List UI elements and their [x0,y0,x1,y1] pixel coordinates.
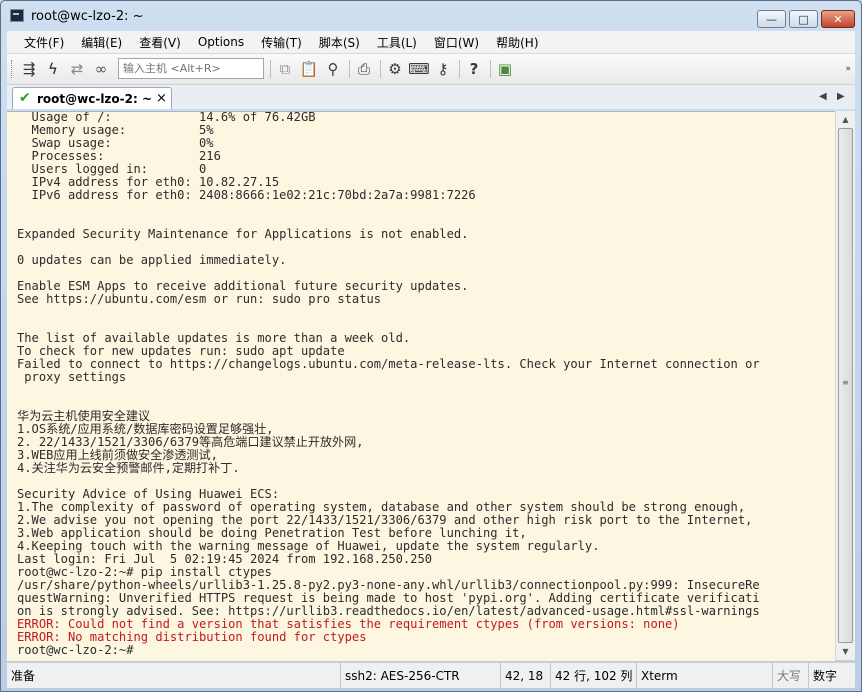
tab-scroll-right-icon[interactable]: ▶ [837,91,845,102]
toolbar-overflow-icon[interactable]: » [845,64,851,74]
menu-window[interactable]: 窗口(W) [434,34,479,51]
key-icon[interactable]: ⚷ [433,59,453,79]
settings-icon[interactable]: ⚙ [385,59,405,79]
menu-help[interactable]: 帮助(H) [496,34,538,51]
find-icon[interactable]: ⚲ [323,59,343,79]
toolbar-separator [459,60,460,78]
title-bar[interactable]: root@wc-lzo-2: ~ — □ ✕ [1,1,861,31]
close-button[interactable]: ✕ [821,10,855,28]
terminal-line: proxy settings [17,370,127,384]
menu-script[interactable]: 脚本(S) [319,34,360,51]
window-title: root@wc-lzo-2: ~ [31,9,144,24]
toolbar-grip[interactable] [11,60,15,78]
print-icon[interactable]: ⎙ [354,59,374,79]
tab-scroll-left-icon[interactable]: ◀ [819,91,827,102]
menu-edit[interactable]: 编辑(E) [81,34,122,51]
terminal-line: 4.关注华为云安全预警邮件,定期打补丁. [17,461,240,475]
vertical-scrollbar[interactable]: ▲ ≡ ▼ [835,111,855,660]
toolbar-separator [490,60,491,78]
scrollbar-thumb[interactable]: ≡ [838,128,853,643]
menu-view[interactable]: 查看(V) [139,34,181,51]
scroll-up-icon[interactable]: ▲ [836,111,855,128]
menu-transfer[interactable]: 传输(T) [261,34,302,51]
terminal-lines: Usage of /: 14.6% of 76.42GB Memory usag… [17,112,760,657]
toolbar-separator [380,60,381,78]
menu-file[interactable]: 文件(F) [24,34,64,51]
status-ready: 准备 [7,663,341,688]
session-tab-bar: ✔ root@wc-lzo-2: ~ × ◀ ▶ [7,85,855,109]
status-terminal-type: Xterm [637,663,773,688]
scrollbar-grip-icon: ≡ [842,378,849,387]
screen-icon[interactable]: ▣ [495,59,515,79]
host-input[interactable] [118,58,264,79]
terminal-line: IPv6 address for eth0: 2408:8666:1e02:21… [17,188,476,202]
status-bar: 准备 ssh2: AES-256-CTR 42, 18 42 行, 102 列 … [7,662,855,688]
terminal-app-icon [10,9,24,22]
connect-icon[interactable]: ⇶ [19,59,39,79]
paste-icon[interactable]: 📋 [299,59,319,79]
link-icon[interactable]: ∞ [91,59,111,79]
terminal-line: 0 updates can be applied immediately. [17,253,287,267]
session-tab-label: root@wc-lzo-2: ~ [37,92,153,106]
terminal-line: Expanded Security Maintenance for Applic… [17,227,469,241]
keymap-icon[interactable]: ⌨ [408,59,430,79]
terminal-window: root@wc-lzo-2: ~ — □ ✕ 文件(F) 编辑(E) 查看(V)… [0,0,862,692]
menu-bar: 文件(F) 编辑(E) 查看(V) Options 传输(T) 脚本(S) 工具… [7,31,855,54]
terminal-output[interactable]: Usage of /: 14.6% of 76.42GB Memory usag… [7,111,835,661]
toolbar-separator [270,60,271,78]
scroll-down-icon[interactable]: ▼ [836,643,855,660]
status-caps-lock: 大写 [773,663,809,688]
menu-options[interactable]: Options [198,35,244,49]
minimize-button[interactable]: — [757,10,786,28]
copy-icon[interactable]: ⧉ [275,59,295,79]
tab-close-icon[interactable]: × [156,91,167,106]
terminal-line: root@wc-lzo-2:~# [17,643,134,657]
maximize-button[interactable]: □ [789,10,818,28]
toolbar: ⇶ ϟ ⇄ ∞ ⧉ 📋 ⚲ ⎙ ⚙ ⌨ ⚷ ? ▣ » [7,54,855,85]
toolbar-separator [349,60,350,78]
lightning-icon[interactable]: ϟ [43,59,63,79]
terminal-line: See https://ubuntu.com/esm or run: sudo … [17,292,382,306]
terminal-line: Failed to connect to https://changelogs.… [17,357,760,371]
status-num-lock: 数字 [813,669,838,683]
status-cursor-position: 42, 18 [501,663,551,688]
menu-tools[interactable]: 工具(L) [377,34,417,51]
reconnect-icon[interactable]: ⇄ [67,59,87,79]
status-terminal-size: 42 行, 102 列 [551,663,637,688]
session-tab[interactable]: ✔ root@wc-lzo-2: ~ × [12,87,172,109]
connected-check-icon: ✔ [19,90,31,106]
status-cipher: ssh2: AES-256-CTR [341,663,501,688]
help-icon[interactable]: ? [464,59,484,79]
